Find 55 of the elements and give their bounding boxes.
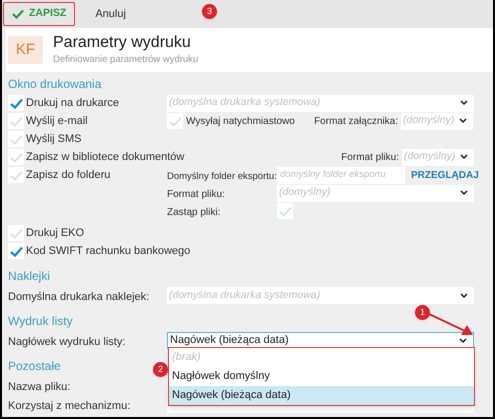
- select-field[interactable]: (domyślna drukarka systemowa): [167, 94, 474, 112]
- field-label: Format załącznika:: [314, 114, 398, 128]
- field-label: Zastąp pliki:: [167, 207, 220, 218]
- chevron-down-icon: [460, 292, 468, 298]
- field-label: Wyślij SMS: [26, 132, 82, 147]
- browse-button[interactable]: PRZEGLĄDAJ: [411, 168, 479, 182]
- field-label: Wyślij e-mail: [26, 114, 88, 129]
- field-label: Domyślny folder eksportu:: [167, 171, 277, 182]
- page-title: Parametry wydruku: [53, 33, 192, 53]
- checkmark-icon: [12, 9, 24, 19]
- checkbox[interactable]: [8, 95, 24, 111]
- cancel-button[interactable]: Anuluj: [95, 6, 126, 22]
- checkbox[interactable]: [8, 167, 24, 183]
- chevron-down-icon: [460, 100, 468, 106]
- save-button[interactable]: ZAPISZ: [3, 2, 76, 26]
- step-badge: 1: [415, 305, 430, 320]
- field-label: Domyślna drukarka naklejek:: [8, 290, 150, 302]
- pointer-arrow: [428, 313, 473, 335]
- section-heading: Okno drukowania: [8, 76, 102, 93]
- field-label: Drukuj EKO: [26, 226, 84, 241]
- dropdown-option[interactable]: (brak): [169, 348, 474, 367]
- field-label: Nagłówek wydruku listy:: [8, 336, 126, 348]
- section-heading: Wydruk listy: [8, 313, 73, 330]
- select-field[interactable]: (domyślny): [277, 184, 474, 202]
- folder-field[interactable]: domyślny folder eksportu: [277, 166, 405, 184]
- field-label: Zapisz do folderu: [26, 168, 110, 183]
- field-label: Zapisz w bibliotece dokumentów: [26, 150, 184, 165]
- step-badge: 2: [153, 362, 168, 377]
- field-label: Wysyłaj natychmiastowo: [186, 114, 295, 128]
- chevron-down-icon: [459, 118, 467, 124]
- field-label: Format pliku:: [341, 150, 399, 164]
- chevron-down-icon: [459, 338, 467, 344]
- select-field[interactable]: (domyślna drukarka systemowa): [167, 287, 474, 304]
- checkbox[interactable]: [8, 131, 24, 147]
- field-label: Drukuj na drukarce: [26, 96, 119, 111]
- select-field[interactable]: (domyślny): [402, 148, 474, 166]
- checkbox[interactable]: [277, 203, 293, 219]
- field-label: Format pliku:: [167, 189, 225, 200]
- chevron-down-icon: [460, 190, 468, 196]
- dropdown-option[interactable]: Nagłówek domyślny: [169, 367, 474, 386]
- checkbox[interactable]: [8, 113, 24, 129]
- field-label: Kod SWIFT rachunku bankowego: [26, 244, 190, 259]
- checkbox[interactable]: [8, 243, 24, 259]
- page-subtitle: Definiowanie parametrów wydruku: [53, 53, 198, 67]
- chevron-down-icon: [460, 154, 468, 160]
- section-heading: Pozostałe: [8, 358, 61, 375]
- section-heading: Naklejki: [8, 268, 50, 285]
- select-field[interactable]: (domyślny): [401, 112, 473, 130]
- field-label: Nazwa pliku:: [8, 380, 70, 392]
- checkbox[interactable]: [167, 113, 183, 129]
- checkbox[interactable]: [8, 225, 24, 241]
- checkbox[interactable]: [8, 149, 24, 165]
- field-label: Korzystaj z mechanizmu:: [8, 400, 130, 412]
- app-logo: KF: [8, 36, 43, 64]
- dropdown-option[interactable]: Nagówek (bieżąca data): [169, 386, 474, 405]
